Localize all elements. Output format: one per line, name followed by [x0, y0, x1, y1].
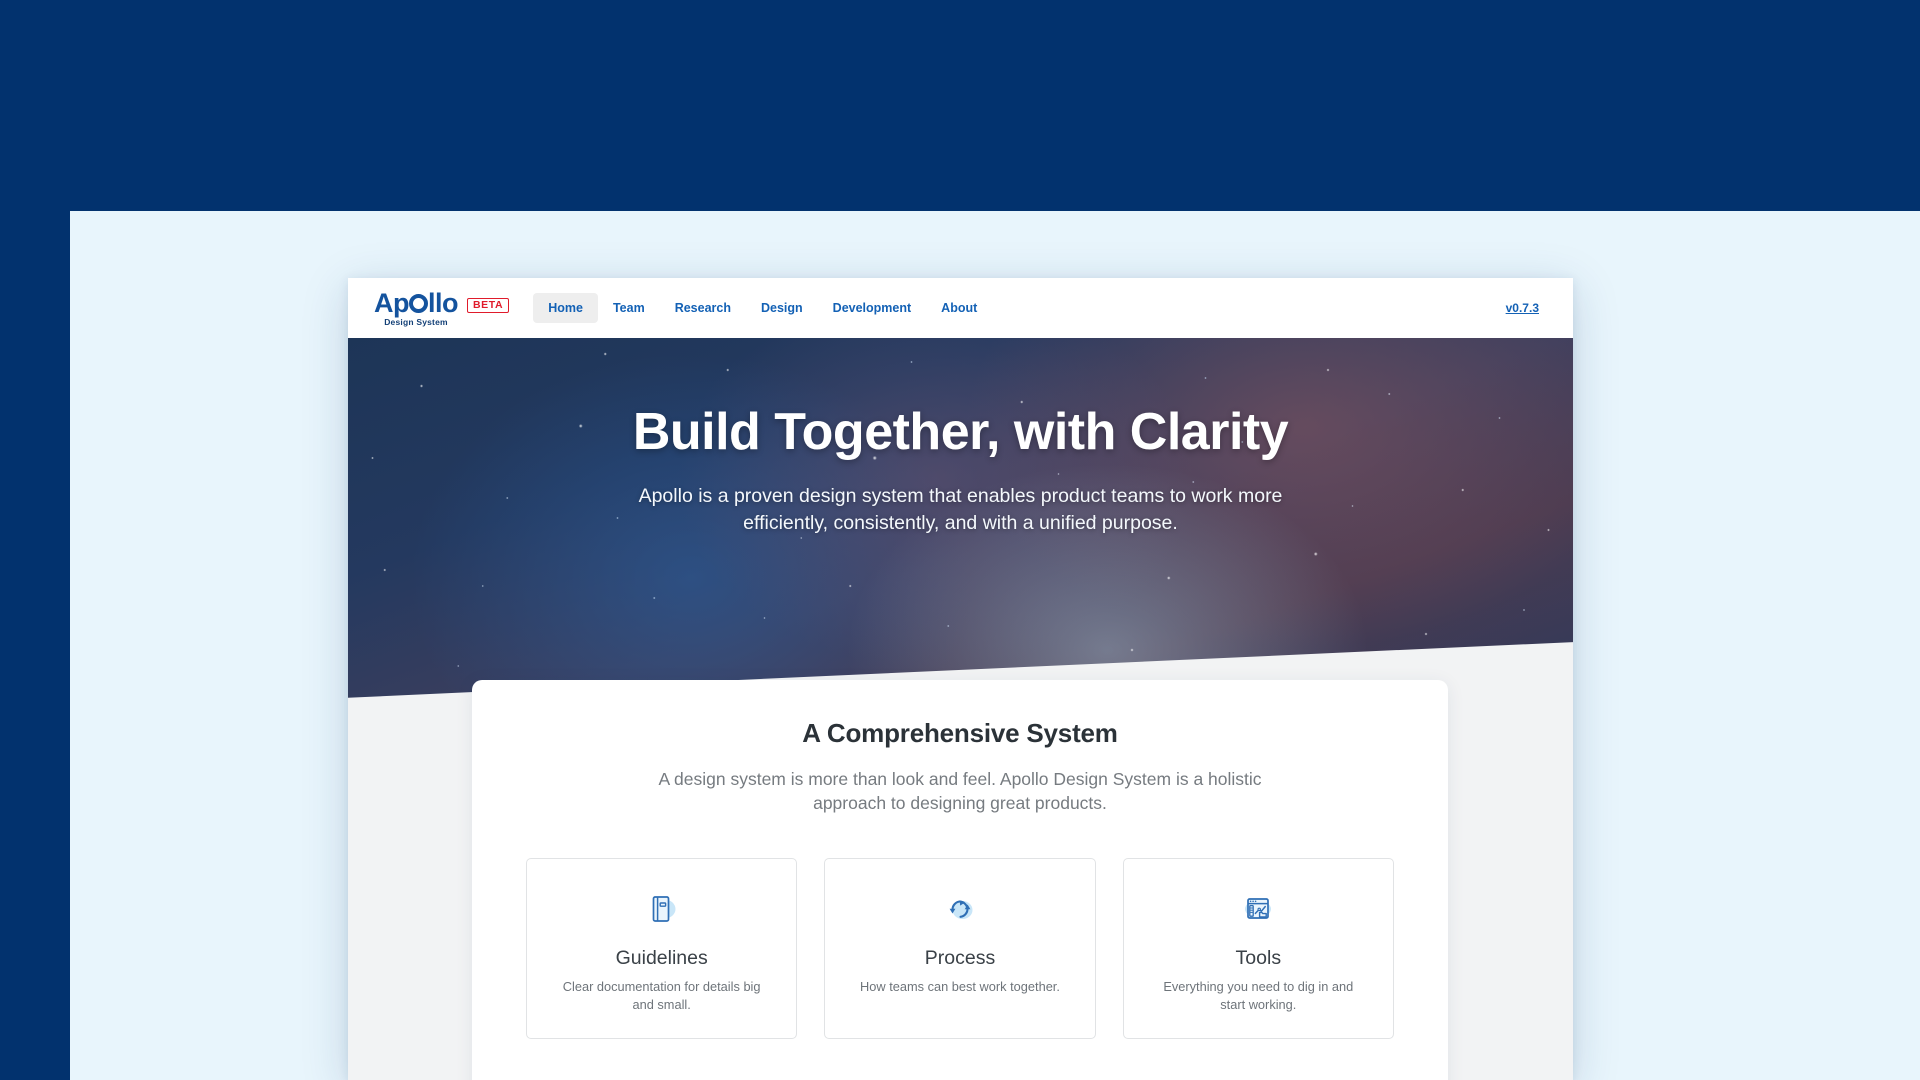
feature-desc-process: How teams can best work together. — [860, 978, 1060, 994]
feature-card-list: Guidelines Clear documentation for detai… — [526, 857, 1394, 1039]
feature-desc-guidelines: Clear documentation for details big and … — [562, 978, 761, 1012]
content-card-title: A Comprehensive System — [802, 718, 1118, 748]
feature-card-guidelines[interactable]: Guidelines Clear documentation for detai… — [526, 857, 798, 1039]
nav-link-about[interactable]: About — [926, 293, 992, 323]
hero-title: Build Together, with Clarity — [632, 403, 1289, 461]
hero-subtitle: Apollo is a proven design system that en… — [638, 485, 1283, 534]
nav-link-team[interactable]: Team — [598, 293, 660, 323]
feature-title-guidelines: Guidelines — [615, 946, 708, 969]
brand-tagline: Design System — [384, 316, 448, 327]
nav-link-home[interactable]: Home — [533, 293, 598, 323]
feature-title-process: Process — [924, 946, 996, 969]
nav-link-design[interactable]: Design — [746, 293, 818, 323]
feature-desc-tools: Everything you need to dig in and start … — [1163, 978, 1354, 1012]
content-card-subtitle: A design system is more than look and fe… — [658, 769, 1262, 813]
brand-wordmark: Ap llo — [374, 287, 459, 318]
page-root: Ap llo Design System BETA Home Team Resea… — [0, 0, 1920, 1080]
browser-window-mockup: Ap llo Design System BETA Home Team Resea… — [348, 278, 1573, 1080]
feature-card-tools[interactable]: Tools Everything you need to dig in and … — [1122, 857, 1394, 1039]
nav-link-research[interactable]: Research — [660, 293, 746, 323]
hero-content: Build Together, with Clarity Apollo is a… — [348, 338, 1573, 536]
brand-name-part-1: Ap — [374, 287, 410, 318]
brand-mark: Ap llo Design System — [374, 287, 459, 327]
book-icon — [545, 885, 778, 933]
feature-title-tools: Tools — [1235, 946, 1282, 969]
refresh-cycle-icon — [843, 885, 1076, 933]
nav-link-development[interactable]: Development — [818, 293, 927, 323]
brand-logo[interactable]: Ap llo Design System BETA — [362, 287, 510, 327]
feature-card-process[interactable]: Process How teams can best work together… — [824, 857, 1096, 1039]
hero-section: Build Together, with Clarity Apollo is a… — [348, 338, 1573, 738]
toolbox-window-icon — [1142, 885, 1375, 933]
site-navbar: Ap llo Design System BETA Home Team Resea… — [348, 278, 1573, 338]
brand-name-part-2: llo — [428, 287, 459, 318]
apollo-o-ring-icon — [409, 293, 428, 313]
nav-links: Home Team Research Design Development Ab… — [533, 293, 992, 323]
beta-badge: BETA — [467, 297, 510, 313]
version-link[interactable]: v0.7.3 — [1506, 301, 1539, 315]
content-card: A Comprehensive System A design system i… — [472, 680, 1448, 1080]
